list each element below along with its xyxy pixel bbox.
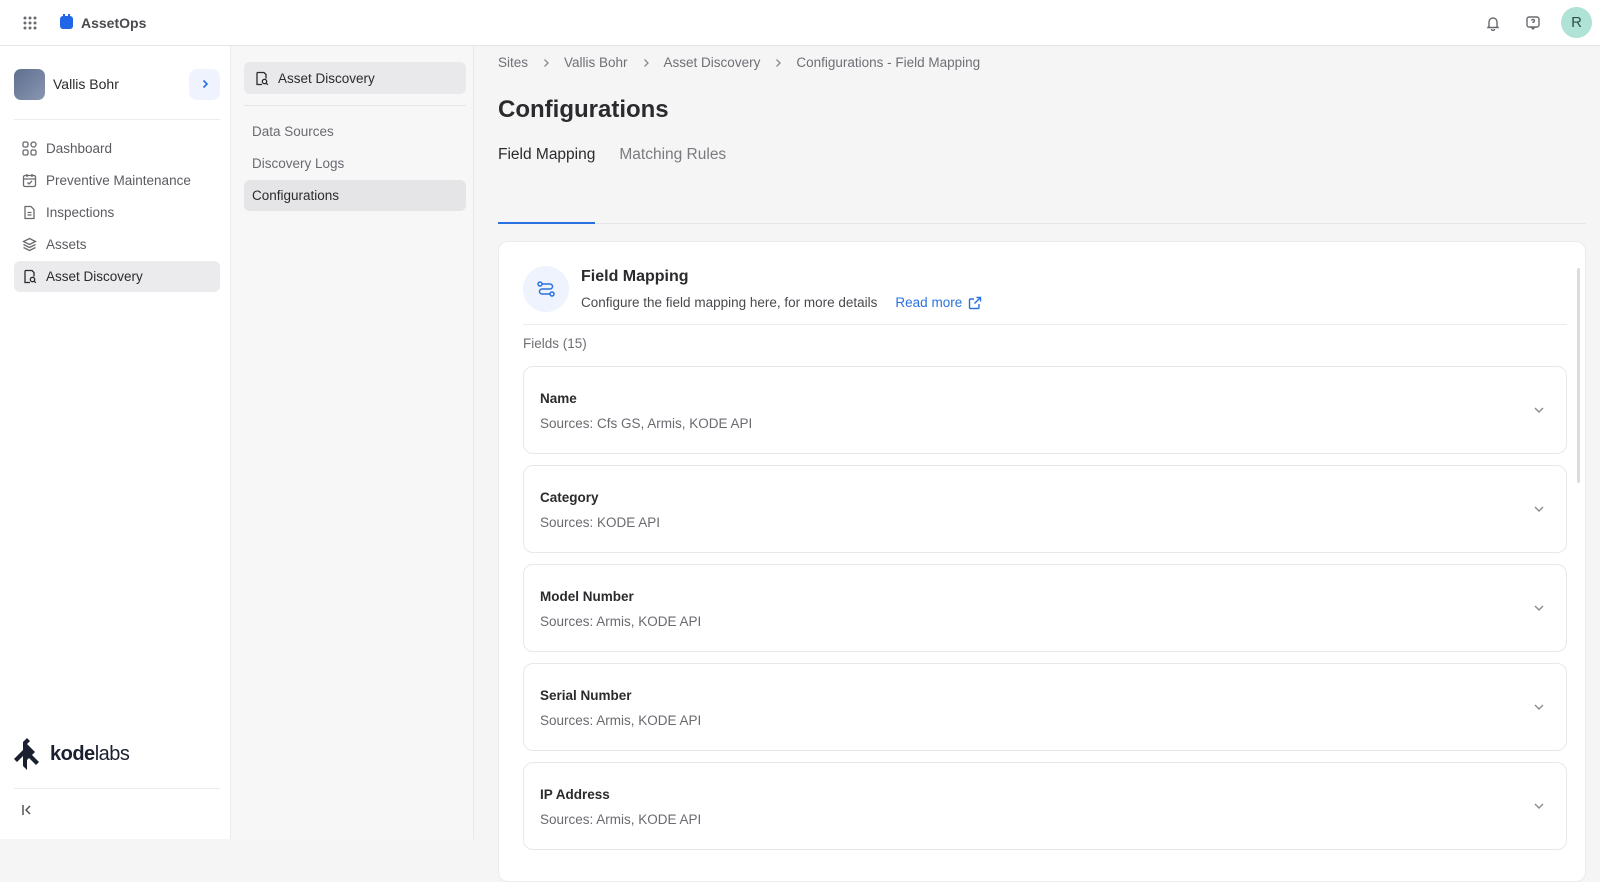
app-launcher-button[interactable] (0, 0, 60, 46)
notification-button[interactable] (1481, 11, 1505, 35)
chevron-right-icon (643, 58, 649, 67)
sidebar-divider (14, 788, 220, 789)
site-name: Vallis Bohr (53, 76, 119, 92)
sidebar-item-inspections[interactable]: Inspections (14, 197, 220, 228)
subnav-item-data-sources[interactable]: Data Sources (244, 116, 466, 147)
subnav-divider (244, 105, 466, 106)
chevron-down-icon[interactable] (1530, 698, 1548, 716)
calendar-logo-icon (60, 14, 73, 29)
field-name: Category (540, 490, 599, 505)
field-row-category[interactable]: Category Sources: KODE API (523, 465, 1567, 553)
scrollbar[interactable] (1577, 268, 1580, 483)
field-row-name[interactable]: Name Sources: Cfs GS, Armis, KODE API (523, 366, 1567, 454)
field-sources: Sources: Armis, KODE API (540, 614, 702, 629)
sidebar-item-label: Assets (46, 237, 87, 252)
kodelabs-logo: kodelabs (14, 738, 130, 770)
page-title: Configurations (498, 96, 669, 123)
field-name: IP Address (540, 787, 610, 802)
main-content: Sites Vallis Bohr Asset Discovery Config… (474, 46, 1600, 882)
document-icon (24, 205, 35, 220)
field-name: Name (540, 391, 577, 406)
field-row-model-number[interactable]: Model Number Sources: Armis, KODE API (523, 564, 1567, 652)
user-avatar[interactable]: R (1561, 7, 1592, 38)
tab-field-mapping[interactable]: Field Mapping (498, 138, 596, 224)
layers-icon (22, 237, 37, 252)
dashboard-icon (22, 141, 37, 156)
kodelabs-wordmark: kodelabs (50, 742, 130, 765)
breadcrumb-sites[interactable]: Sites (498, 55, 528, 70)
sidebar: Vallis Bohr Dashboard Preventive Mainten… (0, 46, 231, 839)
fields-count: Fields (15) (523, 336, 587, 351)
secondary-sidebar: Asset Discovery Data Sources Discovery L… (231, 46, 474, 839)
bell-icon (1486, 16, 1500, 31)
collapse-icon (22, 805, 31, 815)
sidebar-divider (14, 119, 220, 120)
card-divider (523, 324, 1567, 325)
app-name: AssetOps (81, 14, 147, 31)
help-chat-icon (1526, 15, 1540, 30)
sidebar-item-preventive-maintenance[interactable]: Preventive Maintenance (14, 165, 220, 196)
field-name: Serial Number (540, 688, 632, 703)
collapse-sidebar-button[interactable] (20, 803, 40, 823)
top-bar: AssetOps R (0, 0, 1600, 46)
subnav-header[interactable]: Asset Discovery (244, 62, 466, 94)
app-brand[interactable]: AssetOps (60, 14, 147, 31)
chevron-right-icon (776, 58, 782, 67)
field-name: Model Number (540, 589, 634, 604)
card-description: Configure the field mapping here, for mo… (581, 295, 878, 310)
sidebar-item-label: Asset Discovery (46, 269, 143, 284)
sidebar-item-label: Preventive Maintenance (46, 173, 191, 188)
field-row-ip-address[interactable]: IP Address Sources: Armis, KODE API (523, 762, 1567, 850)
sidebar-item-label: Dashboard (46, 141, 113, 156)
chevron-down-icon[interactable] (1530, 401, 1548, 419)
breadcrumb-asset-discovery[interactable]: Asset Discovery (664, 55, 761, 70)
read-more-label: Read more (895, 295, 963, 310)
field-sources: Sources: Cfs GS, Armis, KODE API (540, 416, 753, 431)
site-avatar (14, 68, 45, 100)
sidebar-item-dashboard[interactable]: Dashboard (14, 133, 220, 164)
chevron-down-icon[interactable] (1530, 500, 1548, 518)
tab-bar: Field Mapping Matching Rules (498, 138, 1586, 224)
subnav-list: Data Sources Discovery Logs Configuratio… (244, 116, 466, 212)
sidebar-item-assets[interactable]: Assets (14, 229, 220, 260)
card-header: Field Mapping Configure the field mappin… (523, 266, 982, 312)
sidebar-item-label: Inspections (46, 205, 115, 220)
subnav-header-label: Asset Discovery (278, 70, 375, 86)
subnav-item-discovery-logs[interactable]: Discovery Logs (244, 148, 466, 179)
grid-icon (23, 16, 37, 29)
mapping-icon (523, 266, 569, 312)
chevron-right-icon (202, 79, 208, 89)
field-mapping-card: Field Mapping Configure the field mappin… (498, 241, 1586, 882)
external-link-icon (969, 296, 982, 309)
card-title: Field Mapping (581, 268, 689, 285)
subnav-item-configurations[interactable]: Configurations (244, 180, 466, 211)
site-switch-button[interactable] (189, 68, 220, 100)
field-row-serial-number[interactable]: Serial Number Sources: Armis, KODE API (523, 663, 1567, 751)
chevron-down-icon[interactable] (1530, 797, 1548, 815)
field-sources: Sources: Armis, KODE API (540, 812, 702, 827)
site-switcher[interactable]: Vallis Bohr (14, 68, 220, 100)
breadcrumb-current: Configurations - Field Mapping (796, 55, 981, 70)
breadcrumb: Sites Vallis Bohr Asset Discovery Config… (498, 55, 980, 70)
tab-matching-rules[interactable]: Matching Rules (619, 138, 726, 223)
breadcrumb-site[interactable]: Vallis Bohr (564, 55, 628, 70)
calendar-icon (22, 174, 37, 188)
kodelabs-mark-icon (14, 738, 39, 770)
field-list: Name Sources: Cfs GS, Armis, KODE API Ca… (523, 366, 1567, 861)
help-button[interactable] (1521, 11, 1545, 35)
sidebar-item-asset-discovery[interactable]: Asset Discovery (14, 261, 220, 292)
chevron-down-icon[interactable] (1530, 599, 1548, 617)
sidebar-nav: Dashboard Preventive Maintenance Inspect… (14, 133, 220, 293)
field-sources: Sources: KODE API (540, 515, 661, 530)
asset-discovery-icon (24, 269, 37, 284)
field-sources: Sources: Armis, KODE API (540, 713, 702, 728)
chevron-right-icon (544, 58, 549, 67)
asset-discovery-icon (256, 71, 269, 85)
read-more-link[interactable]: Read more (895, 295, 982, 310)
